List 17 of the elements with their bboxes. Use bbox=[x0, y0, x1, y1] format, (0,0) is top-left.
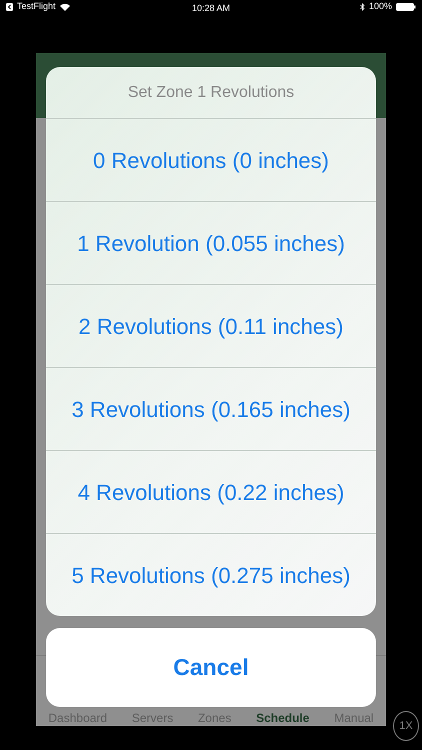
bluetooth-icon bbox=[360, 3, 365, 11]
tab-item[interactable]: Schedule bbox=[256, 712, 310, 725]
battery-icon bbox=[396, 3, 416, 11]
sheet-option[interactable]: 4 Revolutions (0.22 inches) bbox=[46, 450, 376, 533]
sheet-option[interactable]: 2 Revolutions (0.11 inches) bbox=[46, 284, 376, 367]
back-icon[interactable] bbox=[6, 3, 13, 11]
wifi-icon bbox=[60, 3, 70, 11]
zoom-button[interactable]: 1X bbox=[393, 711, 419, 741]
back-app-link[interactable]: TestFlight bbox=[17, 0, 56, 14]
clock-time: 10:28 AM bbox=[192, 2, 230, 15]
sheet-option[interactable]: 1 Revolution (0.055 inches) bbox=[46, 201, 376, 284]
sheet-option[interactable]: 5 Revolutions (0.275 inches) bbox=[46, 533, 376, 616]
sheet-option[interactable]: 0 Revolutions (0 inches) bbox=[46, 118, 376, 201]
sheet-title: Set Zone 1 Revolutions bbox=[128, 82, 294, 102]
cancel-button[interactable]: Cancel bbox=[46, 628, 376, 707]
sheet-option[interactable]: 3 Revolutions (0.165 inches) bbox=[46, 367, 376, 450]
battery-percent: 100% bbox=[368, 0, 392, 14]
